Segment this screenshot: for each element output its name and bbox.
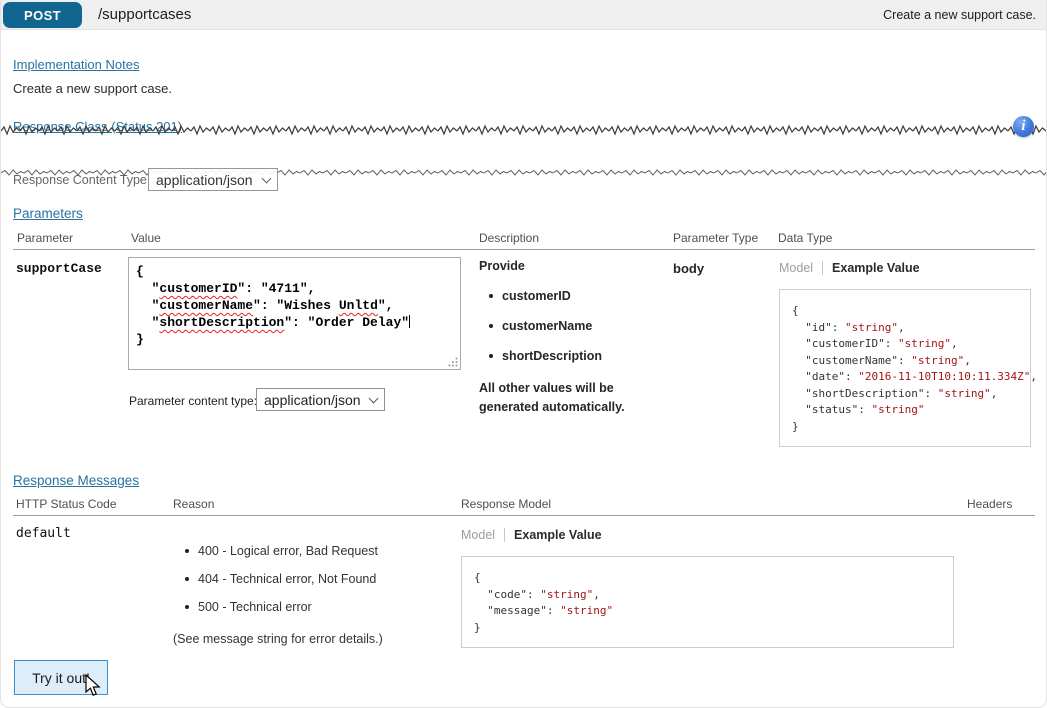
editor-line: "customerID": "4711", [136, 280, 453, 297]
code-line: "code": "string", [474, 587, 941, 604]
code-line: "id": "string", [792, 320, 1018, 337]
reason-item: 400 - Logical error, Bad Request [198, 544, 378, 558]
reason-item: 500 - Technical error [198, 600, 312, 614]
response-reason: 400 - Logical error, Bad Request 404 - T… [173, 530, 463, 646]
col-http-status-code: HTTP Status Code [16, 497, 117, 511]
torn-edge [1, 124, 1046, 138]
datatype-example-box: { "id": "string", "customerID": "string"… [779, 289, 1031, 447]
table-divider [13, 515, 1035, 516]
parameter-name: supportCase [16, 261, 102, 276]
editor-line: "customerName": "Wishes Unltd", [136, 297, 453, 314]
required-field-item: customerID [502, 289, 571, 303]
parameter-content-type-label: Parameter content type: [129, 394, 257, 408]
response-model-tabs: Model Example Value [461, 528, 602, 542]
code-line: "shortDescription": "string", [792, 386, 1018, 403]
response-content-type-label: Response Content Type [13, 173, 147, 187]
info-icon[interactable]: i [1013, 116, 1034, 137]
required-field-item: customerName [502, 319, 592, 333]
col-description: Description [479, 231, 539, 245]
code-line: "customerName": "string", [792, 353, 1018, 370]
table-divider [13, 249, 1035, 250]
col-headers: Headers [967, 497, 1012, 511]
tab-model[interactable]: Model [461, 528, 495, 542]
tab-example-value[interactable]: Example Value [832, 261, 920, 275]
bullet-icon [489, 324, 493, 328]
resize-grip-icon[interactable] [448, 357, 458, 367]
tab-example-value[interactable]: Example Value [514, 528, 602, 542]
description-intro: Provide [479, 259, 669, 273]
parameter-content-type-select[interactable]: application/json [256, 388, 385, 411]
chevron-down-icon [369, 393, 379, 403]
col-parameter-type: Parameter Type [673, 231, 758, 245]
parameters-heading: Parameters [13, 206, 83, 221]
code-line: "message": "string" [474, 603, 941, 620]
required-field-item: shortDescription [502, 349, 602, 363]
endpoint-description: Create a new support case. [13, 81, 172, 96]
response-messages-heading: Response Messages [13, 473, 139, 488]
tab-divider [504, 528, 505, 542]
response-content-type-select[interactable]: application/json [148, 168, 278, 191]
bullet-icon [185, 549, 189, 553]
code-line: "date": "2016-11-10T10:10:11.334Z", [792, 369, 1018, 386]
response-content-type-value: application/json [156, 172, 253, 188]
parameter-content-type-value: application/json [264, 392, 361, 408]
code-line: { [474, 570, 941, 587]
endpoint-summary: Create a new support case. [883, 8, 1036, 22]
code-line: "customerID": "string", [792, 336, 1018, 353]
operation-header[interactable]: POST /supportcases Create a new support … [1, 0, 1046, 30]
bullet-icon [185, 605, 189, 609]
try-it-out-button[interactable]: Try it out! [14, 660, 108, 695]
editor-line: "shortDescription": "Order Delay" [136, 314, 453, 331]
body-parameter-editor[interactable]: { "customerID": "4711", "customerName": … [128, 257, 461, 370]
implementation-notes-heading: Implementation Notes [13, 57, 139, 72]
reason-note: (See message string for error details.) [173, 632, 463, 646]
col-parameter: Parameter [17, 231, 73, 245]
code-line: } [474, 620, 941, 637]
tab-divider [822, 261, 823, 275]
method-badge[interactable]: POST [3, 2, 82, 28]
api-operation-panel: POST /supportcases Create a new support … [0, 0, 1047, 708]
code-line: "status": "string" [792, 402, 1018, 419]
editor-line: { [136, 263, 453, 280]
code-line: } [792, 419, 1018, 436]
editor-line: } [136, 331, 453, 348]
col-reason: Reason [173, 497, 214, 511]
code-line: { [792, 303, 1018, 320]
response-status-code: default [16, 526, 71, 541]
col-value: Value [131, 231, 161, 245]
col-data-type: Data Type [778, 231, 832, 245]
parameter-description: Provide customerID customerName shortDes… [479, 259, 669, 418]
response-model-example-box: { "code": "string", "message": "string" … [461, 556, 954, 648]
endpoint-path[interactable]: /supportcases [98, 6, 191, 23]
parameter-type-value: body [673, 261, 704, 276]
tab-model[interactable]: Model [779, 261, 813, 275]
bullet-icon [489, 294, 493, 298]
bullet-icon [185, 577, 189, 581]
reason-item: 404 - Technical error, Not Found [198, 572, 376, 586]
chevron-down-icon [262, 173, 272, 183]
col-response-model: Response Model [461, 497, 551, 511]
description-note: All other values will be generated autom… [479, 379, 651, 418]
text-caret [409, 315, 410, 328]
bullet-icon [489, 354, 493, 358]
datatype-tabs: Model Example Value [779, 261, 920, 275]
